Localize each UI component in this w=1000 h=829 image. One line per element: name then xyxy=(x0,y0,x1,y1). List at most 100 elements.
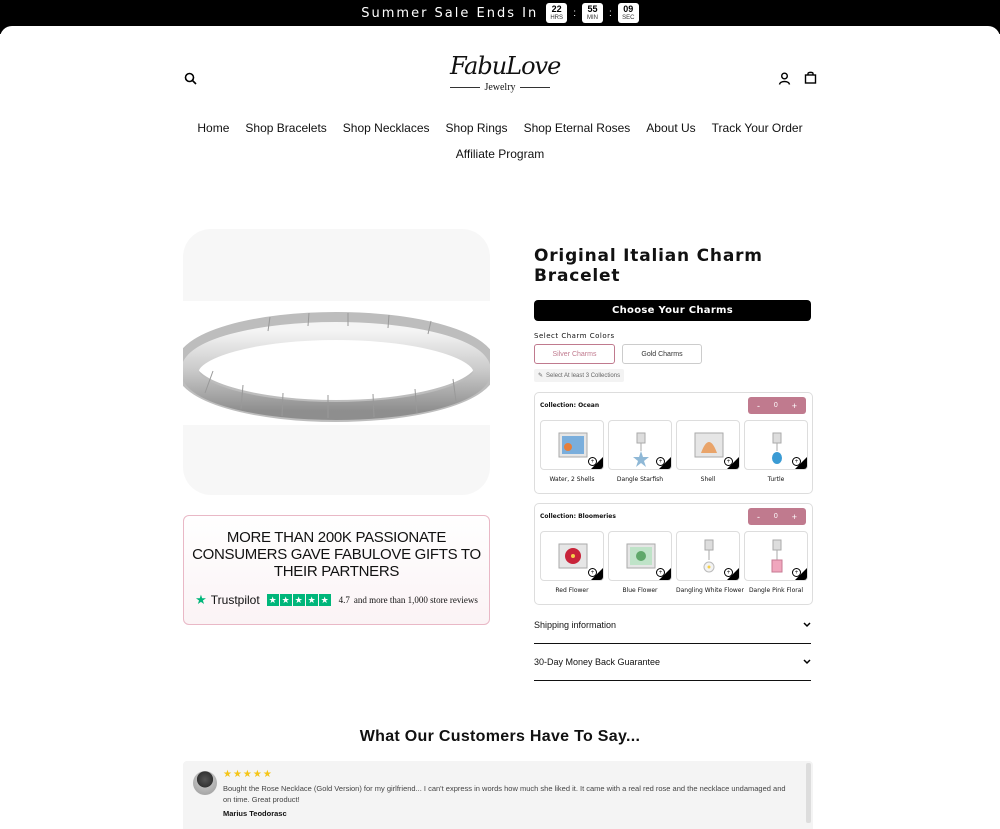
charm-image: + xyxy=(540,420,604,470)
nav-row-1: Home Shop Bracelets Shop Necklaces Shop … xyxy=(180,120,820,136)
countdown-minutes-value: 55 xyxy=(587,4,598,14)
charm-item[interactable]: + Turtle xyxy=(744,420,808,486)
collection-ocean: Collection: Ocean - 0 + + Water, 2 Shell… xyxy=(534,392,813,494)
countdown-hours: 22 HRS xyxy=(546,3,568,23)
edit-icon: ✎ xyxy=(538,373,544,379)
trustpilot-brand: Trustpilot xyxy=(210,593,260,607)
collection-title: Collection: Bloomeries xyxy=(540,513,616,520)
zoom-icon[interactable]: + xyxy=(792,568,801,577)
countdown-seconds-value: 09 xyxy=(623,4,634,14)
zoom-icon[interactable]: + xyxy=(588,568,597,577)
collections-hint: ✎ Select At least 3 Collections xyxy=(534,369,625,382)
countdown-separator: : xyxy=(608,7,612,19)
qty-increment-button[interactable]: + xyxy=(792,401,797,411)
product-gallery[interactable] xyxy=(183,229,490,495)
chevron-down-icon xyxy=(803,657,811,667)
nav-item-home[interactable]: Home xyxy=(197,121,229,135)
charm-item[interactable]: + Water, 2 Shells xyxy=(540,420,604,486)
gold-charms-button[interactable]: Gold Charms xyxy=(622,344,702,364)
announcement-content: Summer Sale Ends In 22 HRS : 55 MIN : 09… xyxy=(0,0,1000,26)
silver-charms-button[interactable]: Silver Charms xyxy=(534,344,615,364)
collection-title: Collection: Ocean xyxy=(540,402,600,409)
account-icon[interactable] xyxy=(775,69,793,87)
charm-name: Dangle Starfish xyxy=(616,476,664,483)
trustpilot-star-icon: ★ xyxy=(195,592,207,607)
trustpilot-row: ★ Trustpilot ★ ★ ★ ★ ★ 4.7 and more than 1,0… xyxy=(184,592,489,608)
charm-item[interactable]: + Dangle Starfish xyxy=(608,420,672,486)
charm-image: + xyxy=(676,420,740,470)
zoom-icon[interactable]: + xyxy=(656,457,665,466)
trustpilot-rating-stars: ★ ★ ★ ★ ★ xyxy=(266,594,331,606)
nav-item-track-order[interactable]: Track Your Order xyxy=(712,121,803,135)
review-stars: ★★★★★ xyxy=(223,769,273,780)
announcement-text: Summer Sale Ends In xyxy=(361,5,539,21)
charm-item[interactable]: + Dangle Pink Floral xyxy=(744,531,808,597)
chevron-down-icon xyxy=(803,620,811,630)
reviews-title: What Our Customers Have To Say... xyxy=(359,728,641,745)
collection-bloomeries: Collection: Bloomeries - 0 + + Red Flowe… xyxy=(534,503,813,605)
charm-name: Turtle xyxy=(767,476,785,483)
select-colors-label: Select Charm Colors xyxy=(534,332,615,340)
main-nav: Home Shop Bracelets Shop Necklaces Shop … xyxy=(180,120,820,162)
trustpilot-rating-text: and more than 1,000 store reviews xyxy=(353,595,478,605)
accordion-shipping[interactable]: Shipping information xyxy=(534,607,811,644)
qty-increment-button[interactable]: + xyxy=(792,512,797,522)
product-title: Original Italian Charm Bracelet xyxy=(534,246,763,286)
qty-decrement-button[interactable]: - xyxy=(757,512,760,522)
zoom-icon[interactable]: + xyxy=(588,457,597,466)
nav-item-about-us[interactable]: About Us xyxy=(646,121,695,135)
charm-image: + xyxy=(540,531,604,581)
countdown-hours-unit: HRS xyxy=(550,15,564,21)
trust-headline: MORE THAN 200K PASSIONATE CONSUMERS GAVE… xyxy=(192,529,481,580)
review-text: Bought the Rose Necklace (Gold Version) … xyxy=(223,784,786,804)
charm-image: + xyxy=(744,420,808,470)
nav-item-shop-eternal-roses[interactable]: Shop Eternal Roses xyxy=(524,121,631,135)
accordion-guarantee[interactable]: 30-Day Money Back Guarantee xyxy=(534,644,811,681)
logo-subtitle: Jewelry xyxy=(450,82,550,93)
avatar xyxy=(193,771,217,795)
logo-divider xyxy=(450,87,481,88)
zoom-icon[interactable]: + xyxy=(724,568,733,577)
qty-decrement-button[interactable]: - xyxy=(757,401,760,411)
collection-qty-stepper: - 0 + xyxy=(748,397,806,414)
trust-banner: MORE THAN 200K PASSIONATE CONSUMERS GAVE… xyxy=(183,515,490,625)
page: Summer Sale Ends In 22 HRS : 55 MIN : 09… xyxy=(0,0,1000,829)
trustpilot-rating: 4.7 xyxy=(338,595,350,605)
search-icon[interactable] xyxy=(181,69,199,87)
logo-script: FabuLove xyxy=(450,52,561,80)
countdown-minutes-unit: MIN xyxy=(586,15,598,21)
collection-qty-stepper: - 0 + xyxy=(748,508,806,525)
countdown-seconds-unit: SEC xyxy=(622,15,635,21)
review-scrollbar[interactable] xyxy=(806,763,811,823)
logo-divider xyxy=(519,87,550,88)
charm-item[interactable]: + Dangling White Flower xyxy=(676,531,744,597)
cart-icon[interactable] xyxy=(801,68,819,86)
charm-image: + xyxy=(676,531,740,581)
nav-row-2: Affiliate Program xyxy=(180,146,820,162)
charm-name: Blue Flower xyxy=(622,587,658,594)
product-image xyxy=(183,301,490,425)
nav-item-affiliate[interactable]: Affiliate Program xyxy=(456,147,544,161)
charm-image: + xyxy=(608,531,672,581)
charm-name: Water, 2 Shells xyxy=(549,476,595,483)
nav-item-shop-bracelets[interactable]: Shop Bracelets xyxy=(245,121,326,135)
charm-image: + xyxy=(608,420,672,470)
charm-image: + xyxy=(744,531,808,581)
zoom-icon[interactable]: + xyxy=(724,457,733,466)
accordion-label: Shipping information xyxy=(534,620,617,630)
charm-item[interactable]: + Shell xyxy=(676,420,740,486)
accordion-label: 30-Day Money Back Guarantee xyxy=(534,657,661,667)
qty-value: 0 xyxy=(773,513,778,520)
brand-logo[interactable]: FabuLove Jewelry xyxy=(450,52,561,102)
nav-item-shop-rings[interactable]: Shop Rings xyxy=(446,121,508,135)
countdown-hours-value: 22 xyxy=(551,4,562,14)
choose-charms-button[interactable]: Choose Your Charms xyxy=(534,300,811,321)
countdown-minutes: 55 MIN xyxy=(581,3,603,23)
zoom-icon[interactable]: + xyxy=(656,568,665,577)
charm-item[interactable]: + Red Flower xyxy=(540,531,604,597)
zoom-icon[interactable]: + xyxy=(792,457,801,466)
nav-item-shop-necklaces[interactable]: Shop Necklaces xyxy=(343,121,430,135)
charm-name: Dangle Pink Floral xyxy=(748,587,804,594)
review-card: ★★★★★ Bought the Rose Necklace (Gold Ver… xyxy=(183,761,813,829)
charm-item[interactable]: + Blue Flower xyxy=(608,531,672,597)
